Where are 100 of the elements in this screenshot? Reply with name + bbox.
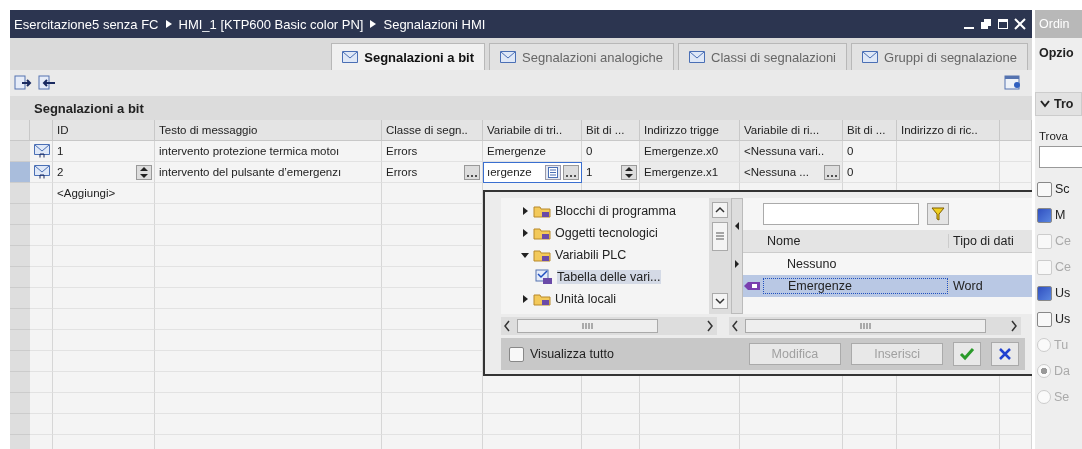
tree-item[interactable]: Blocchi di programma bbox=[555, 204, 676, 218]
restore-icon[interactable] bbox=[980, 18, 992, 30]
checkbox[interactable] bbox=[1037, 207, 1052, 223]
horizontal-scrollbar[interactable] bbox=[501, 317, 717, 335]
envelope-icon bbox=[342, 51, 359, 63]
table-cell bbox=[30, 393, 53, 414]
envelope-icon bbox=[689, 51, 705, 63]
option-label: M bbox=[1055, 208, 1066, 222]
import-icon[interactable] bbox=[38, 75, 56, 91]
ack-bit-cell: 0 bbox=[843, 141, 897, 162]
bit-cell[interactable]: 1 bbox=[582, 162, 640, 183]
table-cell bbox=[30, 330, 53, 351]
option-label: Us bbox=[1055, 286, 1071, 300]
checkbox[interactable] bbox=[1037, 311, 1052, 327]
option-label: Ce bbox=[1055, 234, 1071, 248]
table-cell bbox=[843, 414, 897, 435]
field-label: Trova bbox=[1039, 130, 1068, 142]
column-header[interactable]: Bit di ... bbox=[582, 120, 640, 141]
tab[interactable]: Gruppi di segnalazione bbox=[851, 43, 1028, 70]
export-icon[interactable] bbox=[14, 75, 32, 91]
spinner-button[interactable] bbox=[621, 164, 637, 180]
column-header[interactable]: Nome bbox=[763, 234, 948, 248]
option-label: Da bbox=[1054, 364, 1070, 378]
checkbox-label: Visualizza tutto bbox=[530, 347, 614, 361]
collapse-arrow-icon[interactable] bbox=[521, 251, 529, 259]
column-header[interactable]: Classe di segn.. bbox=[382, 120, 483, 141]
table-cell bbox=[30, 267, 53, 288]
option-label: Us bbox=[1055, 312, 1071, 326]
spinner-button[interactable] bbox=[136, 164, 152, 180]
table-settings-icon[interactable] bbox=[1004, 75, 1022, 91]
expand-arrow-icon[interactable] bbox=[521, 207, 529, 215]
checkbox[interactable] bbox=[509, 346, 524, 362]
envelope-icon bbox=[34, 144, 50, 158]
ack-variable-cell: <Nessuna vari.. bbox=[740, 141, 843, 162]
envelope-icon bbox=[500, 51, 517, 63]
breadcrumb-item[interactable]: Segnalazioni HMI bbox=[383, 16, 486, 32]
section-title: Segnalazioni a bit bbox=[34, 100, 144, 116]
column-header[interactable]: ID bbox=[53, 120, 155, 141]
table-cell bbox=[30, 204, 53, 225]
tree-item[interactable]: Oggetti tecnologici bbox=[555, 226, 658, 240]
browse-button[interactable] bbox=[464, 164, 480, 180]
close-icon[interactable] bbox=[1014, 18, 1026, 30]
table-cell bbox=[843, 393, 897, 414]
tree-item[interactable]: Tabella delle vari... bbox=[557, 270, 661, 284]
tree-item[interactable]: Unità locali bbox=[555, 292, 617, 306]
column-header[interactable]: Variabile di ri... bbox=[740, 120, 843, 141]
expand-arrow-icon[interactable] bbox=[521, 295, 529, 303]
folder-icon bbox=[533, 226, 551, 240]
option-label: Ce bbox=[1055, 260, 1071, 274]
tag-icon bbox=[743, 281, 761, 291]
id-cell: 1 bbox=[53, 141, 155, 162]
folder-icon bbox=[533, 248, 551, 262]
table-icon bbox=[535, 269, 553, 285]
tab[interactable]: Segnalazioni a bit bbox=[331, 43, 486, 70]
column-header[interactable]: Variabile di tri.. bbox=[483, 120, 582, 141]
table-cell bbox=[30, 288, 53, 309]
checkbox[interactable] bbox=[1037, 285, 1052, 301]
column-header[interactable]: Indirizzo trigge bbox=[640, 120, 740, 141]
maximize-icon[interactable] bbox=[997, 18, 1009, 30]
class-cell[interactable]: Errors bbox=[382, 162, 483, 183]
breadcrumb-arrow-icon bbox=[370, 20, 377, 28]
column-header[interactable]: Indirizzo di ric.. bbox=[897, 120, 1000, 141]
option-label: Se bbox=[1054, 390, 1070, 404]
section-header[interactable]: Tro bbox=[1054, 97, 1074, 111]
table-cell bbox=[582, 414, 640, 435]
table-cell bbox=[30, 225, 53, 246]
tab[interactable]: Segnalazioni analogiche bbox=[489, 43, 674, 70]
splitter-handle[interactable] bbox=[731, 198, 743, 314]
table-cell bbox=[30, 372, 53, 393]
trigger-variable-cell[interactable]: ıergenze bbox=[483, 162, 582, 183]
horizontal-scrollbar[interactable] bbox=[729, 317, 1021, 335]
collapse-icon[interactable] bbox=[1040, 100, 1050, 108]
filter-button[interactable] bbox=[927, 203, 949, 225]
id-cell[interactable]: 2 bbox=[53, 162, 155, 183]
column-header[interactable]: Bit di ... bbox=[843, 120, 897, 141]
cancel-button[interactable] bbox=[991, 342, 1019, 366]
tab[interactable]: Classi di segnalazioni bbox=[678, 43, 847, 70]
variable-name: Emergenze bbox=[787, 279, 852, 293]
browse-button[interactable] bbox=[824, 164, 840, 180]
vertical-scrollbar[interactable] bbox=[709, 198, 731, 314]
column-header[interactable]: Testo di messaggio bbox=[155, 120, 382, 141]
envelope-icon bbox=[34, 165, 50, 179]
breadcrumb-item[interactable]: Esercitazione5 senza FC bbox=[14, 16, 159, 32]
expand-arrow-icon[interactable] bbox=[521, 229, 529, 237]
panel-title: Ordin bbox=[1039, 17, 1070, 31]
confirm-button[interactable] bbox=[953, 342, 981, 366]
class-cell: Errors bbox=[382, 141, 483, 162]
filter-field[interactable] bbox=[763, 203, 919, 225]
browse-button[interactable] bbox=[563, 164, 579, 180]
list-button[interactable] bbox=[545, 164, 561, 180]
checkbox[interactable] bbox=[1037, 181, 1052, 197]
message-cell: intervento del pulsante d’emergenzı bbox=[155, 162, 382, 183]
table-cell bbox=[30, 414, 53, 435]
breadcrumb-item[interactable]: HMI_1 [KTP600 Basic color PN] bbox=[178, 16, 364, 32]
tree-item[interactable]: Variabili PLC bbox=[555, 248, 627, 262]
option-label: Sc bbox=[1055, 182, 1070, 196]
add-row-cell[interactable]: <Aggiungi> bbox=[53, 183, 155, 204]
ack-variable-cell[interactable]: <Nessuna ... bbox=[740, 162, 843, 183]
variable-row[interactable]: Emergenze Word bbox=[743, 275, 1032, 297]
trigger-address-cell: Emergenze.x0 bbox=[640, 141, 740, 162]
